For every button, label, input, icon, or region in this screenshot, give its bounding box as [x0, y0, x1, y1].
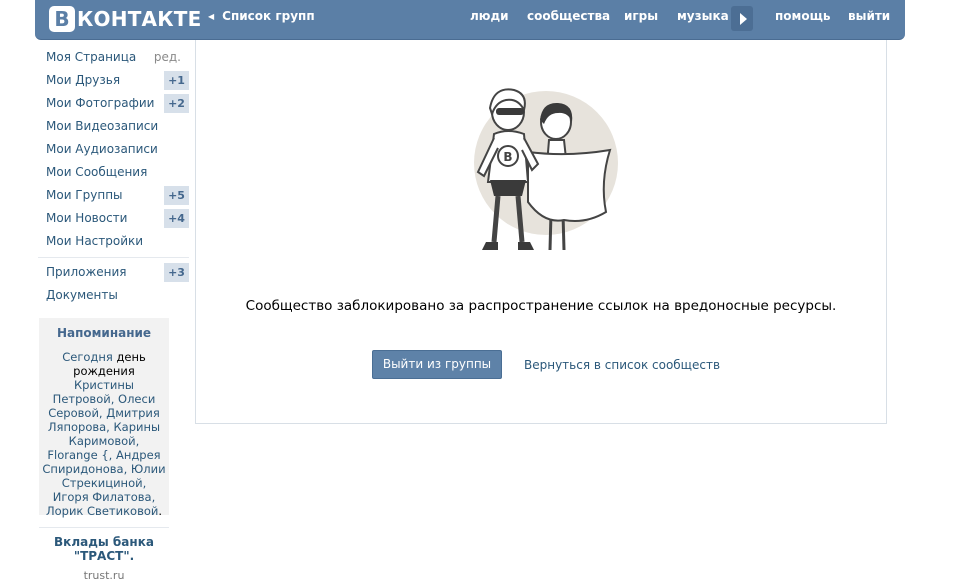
- sidebar-item-label: Моя Страница: [46, 50, 137, 64]
- triangle-left-icon: ◀: [208, 11, 215, 21]
- main-content: В Сообщество заблокировано за распростра…: [195, 40, 887, 424]
- sidebar-item-videos[interactable]: Мои Видеозаписи: [38, 115, 189, 138]
- left-sidebar: Моя Страница ред. Мои Друзья +1 Мои Фото…: [38, 46, 189, 307]
- nav-games[interactable]: игры: [624, 9, 658, 23]
- sidebar-item-label: Мои Видеозаписи: [46, 119, 159, 133]
- return-to-communities-link[interactable]: Вернуться в список сообществ: [524, 358, 720, 372]
- svg-text:В: В: [503, 150, 512, 164]
- back-to-groups-link[interactable]: ◀ Список групп: [208, 9, 315, 23]
- nav-more-button[interactable]: [731, 6, 753, 31]
- logo-text: КОНТАКТЕ: [77, 7, 202, 31]
- count-badge: +2: [164, 94, 189, 113]
- vk-logo[interactable]: В КОНТАКТЕ: [49, 5, 201, 33]
- sidebar-item-messages[interactable]: Мои Сообщения: [38, 161, 189, 184]
- sidebar-item-audio[interactable]: Мои Аудиозаписи: [38, 138, 189, 161]
- sidebar-item-label: Мои Сообщения: [46, 165, 148, 179]
- count-badge: +5: [164, 186, 189, 205]
- superhero-couple-icon: В: [474, 88, 618, 251]
- nav-help[interactable]: помощь: [775, 9, 830, 23]
- sidebar-item-label: Мои Новости: [46, 211, 128, 225]
- sidebar-item-photos[interactable]: Мои Фотографии +2: [38, 92, 189, 115]
- sidebar-item-settings[interactable]: Мои Настройки: [38, 230, 189, 253]
- reminder-plain-birthday: рождения: [73, 364, 135, 378]
- sidebar-item-label: Документы: [46, 288, 118, 302]
- sidebar-item-label: Мои Фотографии: [46, 96, 155, 110]
- reminder-text: Сегодня день рождения Кристины Петровой,…: [39, 350, 169, 518]
- birthday-names-links[interactable]: Кристины Петровой, Олеси Серовой, Дмитри…: [42, 378, 165, 518]
- reminder-period: .: [158, 504, 163, 518]
- ad-title[interactable]: Вклады банка "ТРАСТ".: [39, 535, 169, 563]
- sidebar-item-label: Мои Аудиозаписи: [46, 142, 158, 156]
- reminder-plain-day: день: [116, 350, 146, 364]
- sidebar-divider: [38, 257, 189, 258]
- sidebar-item-groups[interactable]: Мои Группы +5: [38, 184, 189, 207]
- sidebar-item-label: Приложения: [46, 265, 127, 279]
- nav-communities[interactable]: сообщества: [527, 9, 610, 23]
- count-badge: +3: [164, 263, 189, 282]
- sidebar-item-documents[interactable]: Документы: [38, 284, 189, 307]
- ad-block[interactable]: Вклады банка "ТРАСТ". trust.ru: [39, 527, 169, 582]
- sidebar-item-apps[interactable]: Приложения +3: [38, 261, 189, 284]
- nav-music[interactable]: музыка: [677, 9, 729, 23]
- sidebar-item-label: Мои Настройки: [46, 234, 144, 248]
- sidebar-item-friends[interactable]: Мои Друзья +1: [38, 69, 189, 92]
- top-header: В КОНТАКТЕ ◀ Список групп люди сообществ…: [35, 0, 905, 40]
- count-badge: +4: [164, 209, 189, 228]
- triangle-right-icon: [739, 12, 747, 25]
- leave-group-button[interactable]: Выйти из группы: [372, 350, 502, 379]
- sidebar-item-news[interactable]: Мои Новости +4: [38, 207, 189, 230]
- sidebar-item-label: Мои Друзья: [46, 73, 121, 87]
- back-link-label: Список групп: [222, 9, 315, 23]
- nav-people[interactable]: люди: [470, 9, 509, 23]
- blocked-message: Сообщество заблокировано за распростране…: [245, 298, 837, 314]
- sidebar-item-my-page[interactable]: Моя Страница ред.: [38, 46, 189, 69]
- count-badge: +1: [164, 71, 189, 90]
- ad-url: trust.ru: [83, 569, 125, 582]
- birthday-reminder: Напоминание Сегодня день рождения Кристи…: [39, 318, 169, 518]
- today-link[interactable]: Сегодня: [62, 350, 113, 364]
- nav-logout[interactable]: выйти: [848, 9, 890, 23]
- reminder-title: Напоминание: [56, 326, 152, 340]
- logo-letter: В: [49, 6, 75, 32]
- edit-link[interactable]: ред.: [154, 46, 181, 69]
- sidebar-item-label: Мои Группы: [46, 188, 123, 202]
